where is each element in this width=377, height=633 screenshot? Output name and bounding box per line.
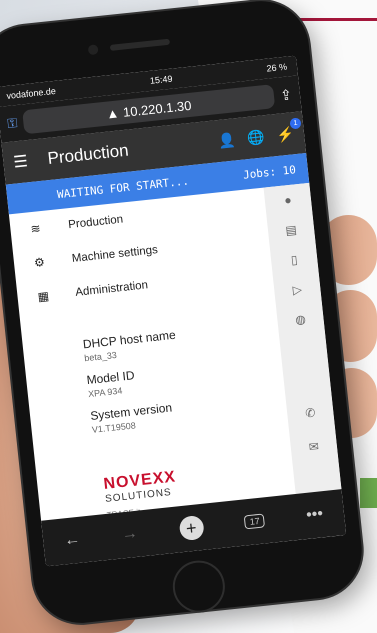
list-icon[interactable]: ▤ xyxy=(267,213,316,248)
battery-indicator: 26 % xyxy=(266,61,288,74)
url-text: 10.220.1.30 xyxy=(122,97,193,120)
phone-screen: vodafone.de 15:49 26 % ⚿ ▲ 10.220.1.30 ⇪… xyxy=(0,55,347,567)
front-camera xyxy=(87,44,99,56)
main-content: ≋ Production ⚙ Machine settings ▦ Admini… xyxy=(9,182,342,521)
key-icon[interactable]: ⚿ xyxy=(7,115,19,132)
forward-arrow-icon[interactable]: → xyxy=(121,525,139,545)
device-info: DHCP host name beta_33 Model ID XPA 934 … xyxy=(81,318,185,435)
notification-bolt-icon[interactable]: ⚡ 1 xyxy=(276,116,302,144)
background-green-strip xyxy=(360,478,377,508)
jobs-count: Jobs: 10 xyxy=(242,162,297,182)
globe-rail-icon[interactable]: ◍ xyxy=(276,302,325,337)
dashboard-icon: ▦ xyxy=(36,288,50,304)
notification-badge: 1 xyxy=(289,116,302,130)
earpiece-speaker xyxy=(109,38,171,51)
video-icon[interactable]: ▷ xyxy=(273,272,322,307)
page-title: Production xyxy=(46,140,130,169)
home-button[interactable] xyxy=(170,558,228,616)
user-settings-icon[interactable]: 👤 xyxy=(217,131,236,150)
smartphone: vodafone.de 15:49 26 % ⚿ ▲ 10.220.1.30 ⇪… xyxy=(0,0,367,628)
gear-icon: ⚙ xyxy=(33,254,46,270)
hamburger-menu-icon[interactable]: ☰ xyxy=(12,151,29,172)
person-icon[interactable]: ● xyxy=(264,183,313,218)
back-arrow-icon[interactable]: ← xyxy=(63,531,81,551)
share-icon[interactable]: ⇪ xyxy=(279,86,292,104)
menu-item-label: Production xyxy=(67,213,124,232)
carrier-label: vodafone.de xyxy=(5,85,57,101)
lock-icon: ▲ xyxy=(105,104,120,122)
menu-item-label: Machine settings xyxy=(71,244,159,266)
mail-icon[interactable]: ✉ xyxy=(289,429,338,464)
menu-item-label: Administration xyxy=(74,279,149,299)
tab-count-button[interactable]: 17 xyxy=(244,513,266,530)
layers-icon: ≋ xyxy=(29,221,42,237)
globe-icon[interactable]: 🌐 xyxy=(246,128,265,147)
book-icon[interactable]: ▯ xyxy=(270,243,319,278)
clock: 15:49 xyxy=(149,73,173,86)
phone-icon[interactable]: ✆ xyxy=(286,396,335,431)
more-menu-icon[interactable]: ••• xyxy=(305,505,324,525)
new-tab-plus-icon[interactable]: + xyxy=(178,514,205,542)
